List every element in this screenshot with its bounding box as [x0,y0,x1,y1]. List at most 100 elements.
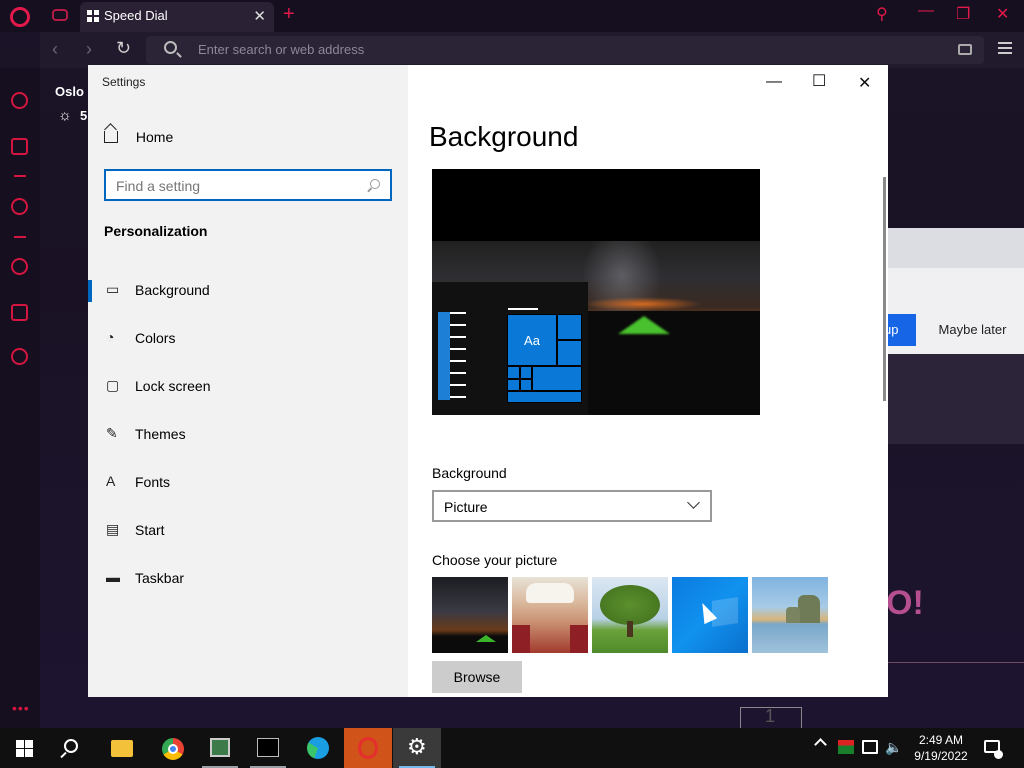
browser-toolbar: ‹ › ↻ Enter search or web address [40,32,1024,68]
tab-title: Speed Dial [104,8,168,23]
window-title: Settings [102,75,146,89]
settings-nav: Settings Home Personalization ▭ Backgrou… [88,65,408,697]
speedometer-icon[interactable] [11,92,28,109]
background-preview: Aa [432,169,760,415]
divider [888,662,1024,663]
gamepad-icon[interactable] [52,9,68,21]
taskbar-edge[interactable] [294,728,342,768]
preview-menu-line [450,384,466,386]
nav-item-themes[interactable]: ✎ Themes [88,414,408,454]
preview-menu-line [450,348,466,350]
picture-thumbnail-beach[interactable] [752,577,828,653]
scrollbar[interactable] [883,177,886,401]
preview-tile [557,340,582,366]
camera-icon[interactable] [958,44,972,55]
speed-dial-tile[interactable]: 1 [740,706,802,728]
easy-setup-icon[interactable] [998,42,1012,54]
taskbar-search-icon[interactable] [64,739,78,753]
thumbnail-detail [570,625,588,653]
taskbar-chrome[interactable] [148,728,196,768]
home-icon [104,131,118,143]
search-tabs-icon[interactable]: ⚲ [876,4,888,24]
nav-item-label: Taskbar [135,570,185,586]
restore-icon[interactable]: ❐ [956,4,970,24]
picture-icon: ▭ [106,281,120,297]
background-type-dropdown[interactable]: Picture [432,490,712,522]
start-icon: ▤ [106,521,120,537]
new-tab-button[interactable]: + [283,3,295,26]
nav-item-start[interactable]: ▤ Start [88,510,408,550]
close-icon[interactable]: ✕ [858,73,871,93]
sidebar-divider [14,236,26,238]
opera-icon [358,737,378,759]
nav-item-lock-screen[interactable]: ▢ Lock screen [88,366,408,406]
thumbnail-detail [627,621,633,637]
reload-icon[interactable]: ↻ [116,38,131,59]
sidebar-divider [14,175,26,177]
history-icon[interactable] [11,258,28,275]
weather-city: Oslo [55,84,84,99]
taskbar-opera[interactable] [344,728,392,768]
clock-date: 9/19/2022 [914,749,968,763]
address-bar[interactable]: Enter search or web address [146,36,984,64]
forward-icon[interactable]: › [86,39,92,60]
preview-tile [507,379,520,391]
minimize-icon[interactable]: — [918,2,934,20]
preview-horizon [582,297,702,311]
tray-app-icon[interactable] [838,740,854,754]
fonts-icon: A [106,473,116,489]
speed-dial-text: O! [886,584,924,622]
gear-icon: ⚙ [407,734,427,759]
show-hidden-icons-icon[interactable] [814,738,827,751]
preview-tile [507,366,520,379]
nav-item-label: Background [135,282,210,298]
windows-start-icon[interactable] [16,740,33,757]
home-nav-item[interactable]: Home [104,129,173,145]
clock[interactable]: 2:49 AM 9/19/2022 [906,732,976,764]
picture-thumbnail-night-sky[interactable] [432,577,508,653]
extensions-icon[interactable] [11,304,28,321]
task-manager-icon [210,738,230,757]
maybe-later-button[interactable]: Maybe later [925,314,1020,346]
maximize-icon[interactable]: ☐ [812,71,826,91]
preview-menu-line [450,372,466,374]
more-icon[interactable]: ••• [12,700,30,716]
minimize-icon[interactable]: — [766,73,782,91]
clock-time: 2:49 AM [918,733,964,747]
weather-temperature: 5 [80,108,88,123]
close-tab-icon[interactable]: ✕ [253,7,266,25]
themes-icon: ✎ [106,425,118,441]
thumbnail-detail [786,607,800,623]
nav-item-fonts[interactable]: A Fonts [88,462,408,502]
close-icon[interactable]: ✕ [996,4,1009,24]
taskbar-file-explorer[interactable] [98,728,146,768]
volume-icon[interactable]: 🔈 [885,740,902,754]
taskbar-settings[interactable]: ⚙ [393,728,441,768]
tab-speed-dial[interactable]: Speed Dial ✕ [80,2,274,32]
nav-item-label: Themes [135,426,186,442]
settings-gear-icon[interactable] [11,348,28,365]
workspace-icon[interactable] [11,138,28,155]
nav-item-background[interactable]: ▭ Background [88,270,408,310]
opera-menu-icon[interactable] [10,7,30,27]
nav-item-colors[interactable]: ◔ Colors [88,318,408,358]
find-setting-search[interactable] [104,169,392,201]
nav-item-taskbar[interactable]: ▬ Taskbar [88,558,408,598]
chrome-icon [162,738,184,760]
taskbar-task-manager[interactable] [196,728,244,768]
network-icon[interactable] [862,740,878,754]
edge-icon [307,737,329,759]
address-placeholder: Enter search or web address [198,42,365,57]
thumbnail-detail [600,585,660,625]
picture-thumbnail-tree[interactable] [592,577,668,653]
browse-button[interactable]: Browse [432,661,522,693]
choose-picture-label: Choose your picture [432,552,558,568]
thumbnail-detail [798,595,820,623]
taskbar-terminal[interactable] [244,728,292,768]
preview-menu-line [508,308,538,310]
picture-thumbnail-anime[interactable] [512,577,588,653]
taskbar-icon: ▬ [106,569,120,585]
find-setting-input[interactable] [114,176,354,196]
back-icon[interactable]: ‹ [52,39,58,60]
player-icon[interactable] [11,198,28,215]
